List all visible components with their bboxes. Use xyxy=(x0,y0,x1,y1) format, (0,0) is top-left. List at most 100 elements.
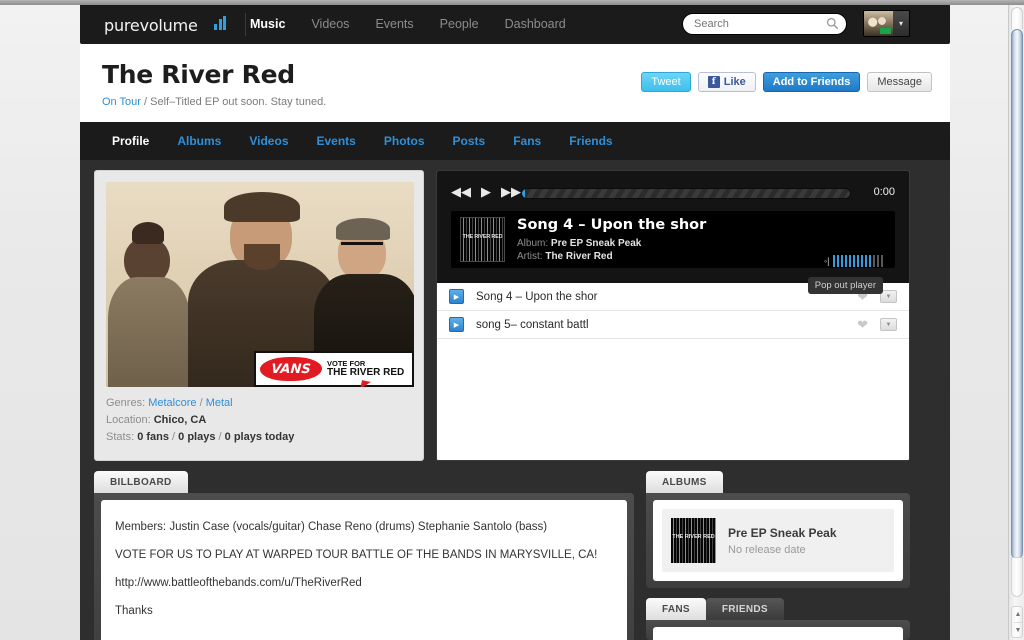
scrollbar-track-top[interactable] xyxy=(1011,7,1023,29)
site-header: purevolume Music Videos Events People Da… xyxy=(80,5,950,44)
favorite-heart-icon[interactable]: ❤ xyxy=(857,317,868,333)
artist-label: Artist: xyxy=(517,251,543,262)
on-tour-link[interactable]: On Tour xyxy=(102,96,141,108)
genres-row: Genres: Metalcore / Metal xyxy=(106,395,294,412)
page-scrollbar[interactable]: ▲ ▼ xyxy=(1008,5,1024,640)
play-track-icon[interactable]: ▶ xyxy=(449,317,464,332)
tab-albums-panel[interactable]: ALBUMS xyxy=(646,471,723,493)
band-photo: VANS VOTE FOR THE RIVER RED xyxy=(106,182,414,387)
tab-albums[interactable]: Albums xyxy=(163,122,235,160)
now-playing-album: Album: Pre EP Sneak Peak xyxy=(517,238,641,249)
tab-photos[interactable]: Photos xyxy=(370,122,439,160)
album-art-text: THE RIVER RED xyxy=(462,234,503,240)
billboard-line: VOTE FOR US TO PLAY AT WARPED TOUR BATTL… xyxy=(115,549,598,561)
genre-metal[interactable]: Metal xyxy=(206,397,233,409)
tab-friends[interactable]: Friends xyxy=(555,122,626,160)
status-text: Self–Titled EP out soon. Stay tuned. xyxy=(150,96,327,108)
tab-videos[interactable]: Videos xyxy=(235,122,302,160)
play-icon[interactable]: ▶ xyxy=(481,185,491,198)
track-row[interactable]: ▶ song 5– constant battl ❤ ▼ xyxy=(437,311,909,339)
now-playing-title: Song 4 – Upon the shor xyxy=(517,217,707,233)
location-value: Chico, CA xyxy=(153,414,207,426)
status-separator: / xyxy=(144,96,148,108)
tab-events[interactable]: Events xyxy=(303,122,370,160)
volume-control[interactable]: ◦| xyxy=(824,255,883,267)
play-track-icon[interactable]: ▶ xyxy=(449,289,464,304)
pop-out-player-button[interactable]: Pop out player xyxy=(807,277,883,294)
scrollbar-track-bottom[interactable] xyxy=(1011,557,1023,597)
scrollbar-thumb[interactable] xyxy=(1011,29,1023,559)
album-item[interactable]: THE RIVER RED Pre EP Sneak Peak No relea… xyxy=(662,509,894,572)
album-name: Pre EP Sneak Peak xyxy=(728,525,837,540)
progress-bar[interactable] xyxy=(521,188,851,199)
stat-plays: 0 plays xyxy=(178,431,216,443)
facebook-icon: f xyxy=(707,76,720,88)
like-label: Like xyxy=(723,76,746,88)
scroll-up-icon[interactable]: ▲ xyxy=(1014,607,1022,622)
scrollbar-arrows[interactable]: ▲ ▼ xyxy=(1011,606,1023,638)
albums-body: THE RIVER RED Pre EP Sneak Peak No relea… xyxy=(646,493,910,588)
profile-tabs: Profile Albums Videos Events Photos Post… xyxy=(80,122,950,160)
right-column: ALBUMS THE RIVER RED Pre EP Sneak Peak N… xyxy=(646,471,910,640)
fans-list xyxy=(653,627,903,640)
billboard-line: Thanks xyxy=(115,605,153,617)
stat-fans: 0 fans xyxy=(137,431,169,443)
page-title: The River Red xyxy=(102,60,295,89)
volume-bars[interactable] xyxy=(832,255,883,267)
search-input[interactable] xyxy=(682,13,847,35)
artist-value: The River Red xyxy=(545,251,613,262)
brand-logo[interactable]: purevolume xyxy=(104,16,198,35)
transport-controls: ◀◀ ▶ ▶▶ xyxy=(451,185,521,198)
location-row: Location: Chico, CA xyxy=(106,412,294,429)
album-release-date: No release date xyxy=(728,543,806,556)
elapsed-time: 0:00 xyxy=(873,186,895,198)
genres-label: Genres: xyxy=(106,397,146,409)
add-to-friends-button[interactable]: Add to Friends xyxy=(762,72,861,92)
track-menu-icon[interactable]: ▼ xyxy=(880,318,897,331)
user-menu[interactable]: ▾ xyxy=(863,10,910,37)
billboard-body: Members: Justin Case (vocals/guitar) Cha… xyxy=(94,493,634,640)
vans-vote-overlay: VANS VOTE FOR THE RIVER RED xyxy=(254,351,414,387)
cursor-arrow-icon xyxy=(360,380,371,387)
album-label: Album: xyxy=(517,238,549,249)
location-label: Location: xyxy=(106,414,151,426)
bar-chart-icon xyxy=(214,16,226,30)
player-controls-area: ◀◀ ▶ ▶▶ 0:00 THE RIVER RED Song 4 – Upon… xyxy=(437,171,909,294)
profile-header: The River Red On Tour / Self–Titled EP o… xyxy=(80,44,950,122)
facebook-like-button[interactable]: f Like xyxy=(697,72,756,92)
search-box xyxy=(682,13,847,35)
social-actions: Tweet f Like Add to Friends Message xyxy=(641,72,932,92)
message-button[interactable]: Message xyxy=(867,72,932,92)
nav-item-dashboard[interactable]: Dashboard xyxy=(492,5,579,44)
fans-friends-body xyxy=(646,620,910,640)
profile-card: VANS VOTE FOR THE RIVER RED Genres: Meta… xyxy=(94,170,424,461)
billboard-line[interactable]: http://www.battleofthebands.com/u/TheRiv… xyxy=(115,569,613,597)
billboard-line: Members: Justin Case (vocals/guitar) Cha… xyxy=(115,521,548,533)
chevron-down-icon[interactable]: ▾ xyxy=(893,11,909,36)
previous-icon[interactable]: ◀◀ xyxy=(451,185,471,198)
progress-fill xyxy=(522,189,525,198)
nav-item-people[interactable]: People xyxy=(427,5,492,44)
tab-billboard[interactable]: BILLBOARD xyxy=(94,471,188,493)
next-icon[interactable]: ▶▶ xyxy=(501,185,521,198)
vote-line-2: THE RIVER RED xyxy=(327,366,405,378)
nav-item-music[interactable]: Music xyxy=(237,5,298,44)
nav-item-events[interactable]: Events xyxy=(362,5,426,44)
track-title: song 5– constant battl xyxy=(476,318,589,331)
search-icon[interactable] xyxy=(826,17,839,35)
scroll-down-icon[interactable]: ▼ xyxy=(1014,622,1022,637)
album-value: Pre EP Sneak Peak xyxy=(550,238,642,249)
profile-meta: Genres: Metalcore / Metal Location: Chic… xyxy=(106,395,294,446)
genre-metalcore[interactable]: Metalcore xyxy=(148,397,196,409)
vans-logo: VANS xyxy=(259,357,323,381)
speaker-icon[interactable]: ◦| xyxy=(824,256,830,266)
tab-posts[interactable]: Posts xyxy=(439,122,500,160)
tab-friends-panel[interactable]: FRIENDS xyxy=(705,598,784,620)
now-playing-artist: Artist: The River Red xyxy=(517,251,613,262)
stats-label: Stats: xyxy=(106,431,135,443)
tweet-button[interactable]: Tweet xyxy=(641,72,691,92)
nav-item-videos[interactable]: Videos xyxy=(298,5,362,44)
tab-fans[interactable]: Fans xyxy=(499,122,555,160)
tab-fans-panel[interactable]: FANS xyxy=(646,598,706,620)
tab-profile[interactable]: Profile xyxy=(98,122,163,160)
